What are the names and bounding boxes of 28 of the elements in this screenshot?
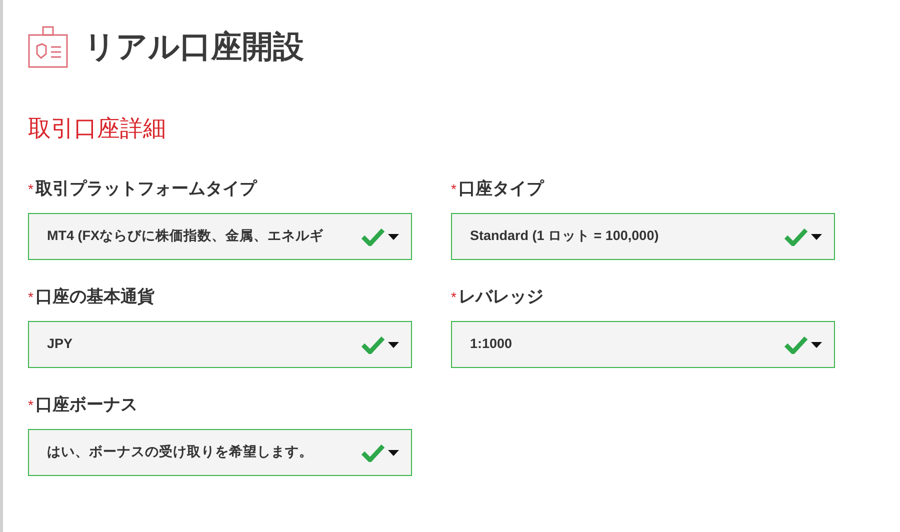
field-label: 口座タイプ: [458, 178, 544, 200]
dropdown-caret-icon: [388, 450, 399, 456]
id-badge-icon: [28, 26, 68, 68]
required-mark: *: [28, 288, 34, 306]
dropdown-caret-icon: [811, 234, 822, 240]
check-icon: [784, 336, 808, 354]
check-icon: [361, 444, 385, 462]
dropdown-caret-icon: [388, 234, 399, 240]
dropdown-caret-icon: [811, 342, 822, 348]
field-label: 口座ボーナス: [35, 394, 138, 416]
required-mark: *: [451, 288, 456, 306]
required-mark: *: [28, 396, 34, 414]
select-field[interactable]: MT4 (FXならびに株価指数、金属、エネルギ: [28, 213, 412, 260]
field-label: 口座の基本通貨: [35, 286, 154, 308]
check-icon: [784, 228, 808, 246]
required-mark: *: [28, 180, 34, 198]
select-field[interactable]: Standard (1 ロット = 100,000): [451, 213, 835, 260]
page-title: リアル口座開設: [84, 28, 304, 66]
check-icon: [361, 228, 385, 246]
select-field[interactable]: はい、ボーナスの受け取りを希望します。: [28, 429, 412, 476]
check-icon: [361, 336, 385, 354]
required-mark: *: [451, 180, 456, 198]
field-label: 取引プラットフォームタイプ: [35, 178, 256, 200]
select-field[interactable]: 1:1000: [451, 321, 835, 368]
section-title: 取引口座詳細: [28, 114, 167, 142]
dropdown-caret-icon: [388, 342, 399, 348]
select-field[interactable]: JPY: [28, 321, 412, 368]
field-label: レバレッジ: [458, 286, 544, 308]
